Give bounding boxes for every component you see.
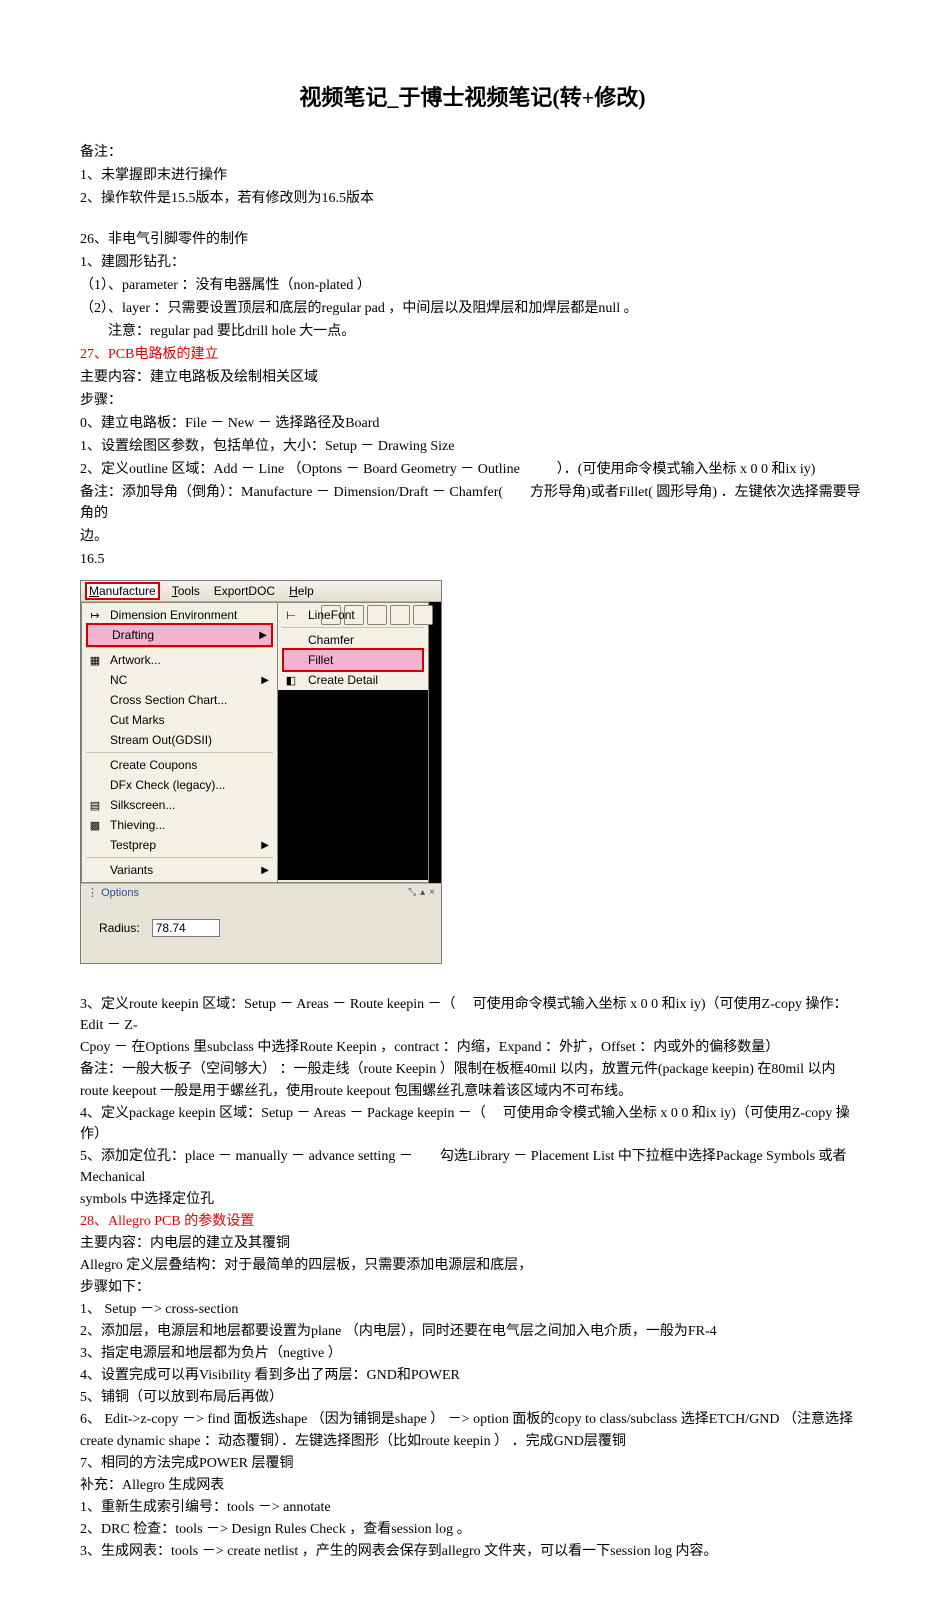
s26-l4: 注意：regular pad 要比drill hole 大一点。 xyxy=(80,321,865,342)
menu-manufacture[interactable]: MManufactureanufacture xyxy=(85,582,160,600)
menu-exportdoc[interactable]: ExportDOC xyxy=(214,584,275,598)
s3-a: 3、定义route keepin 区域：Setup － Areas － Rout… xyxy=(80,994,865,1036)
menu-item-create-coupons[interactable]: Create Coupons xyxy=(82,755,277,775)
close-icon[interactable]: × xyxy=(429,887,435,898)
create-detail-icon: ◧ xyxy=(284,673,298,687)
drafting-submenu: ⊢ LineFont Chamfer Fillet ◧ Create Detai… xyxy=(278,602,429,883)
s28-s3: 3、指定电源层和地层都为负片（negtive ） xyxy=(80,1343,865,1364)
menu-item-variants[interactable]: Variants ▶ xyxy=(82,860,277,880)
s3-note: 备注：一般大板子（空间够大） ：一般走线（route Keepin ）限制在板框… xyxy=(80,1059,865,1080)
s28-l3: 步骤如下： xyxy=(80,1277,865,1298)
s26-l2: （1）、parameter ：没有电器属性（non-plated ） xyxy=(80,275,865,296)
s28-s6b: create dynamic shape ：动态覆铜）．左键选择图形（比如rou… xyxy=(80,1431,865,1452)
s27-l7: 边。 xyxy=(80,526,865,547)
options-panel-header: ⋮ Options ⤡ ▴ × xyxy=(81,883,441,901)
menu-item-cut-marks[interactable]: Cut Marks xyxy=(82,710,277,730)
chevron-right-icon: ▶ xyxy=(261,840,269,851)
s28-s7: 7、相同的方法完成POWER 层覆铜 xyxy=(80,1453,865,1474)
s27-l3: 0、建立电路板：File － New － 选择路径及Board xyxy=(80,413,865,434)
menu-item-stream-out[interactable]: Stream Out(GDSII) xyxy=(82,730,277,750)
menu-item-nc[interactable]: NC ▶ xyxy=(82,670,277,690)
thieving-icon: ▩ xyxy=(88,818,102,832)
s27-l4: 1、设置绘图区参数，包括单位，大小：Setup － Drawing Size xyxy=(80,436,865,457)
submenu-item-linefont[interactable]: ⊢ LineFont xyxy=(278,605,428,625)
s26-l1: 1、建圆形钻孔： xyxy=(80,252,865,273)
page-title: 视频笔记_于博士视频笔记(转+修改) xyxy=(80,80,865,112)
menu-separator xyxy=(86,857,273,858)
s28-e3: 3、生成网表：tools －> create netlist ，产生的网表会保存… xyxy=(80,1541,865,1562)
s3-c: Cpoy － 在Options 里subclass 中选择Route Keepi… xyxy=(80,1037,865,1058)
menu-separator xyxy=(282,627,424,628)
s5c: symbols 中选择定位孔 xyxy=(80,1189,865,1210)
section-27-title: 27、PCB电路板的建立 xyxy=(80,344,865,365)
radius-row: Radius: xyxy=(81,901,441,963)
chevron-right-icon: ▶ xyxy=(261,675,269,686)
section-26-title: 26、非电气引脚零件的制作 xyxy=(80,229,865,250)
s28-s6a: 6、 Edit->z-copy －> find 面板选shape （因为铺铜是s… xyxy=(80,1409,865,1430)
s27-l5: 2、定义outline 区域：Add － Line （Optons － Boar… xyxy=(80,459,865,480)
s28-s4: 4、设置完成可以再Visibility 看到多出了两层：GND和POWER xyxy=(80,1365,865,1386)
menu-tools[interactable]: Tools xyxy=(172,584,200,598)
submenu-item-create-detail[interactable]: ◧ Create Detail xyxy=(278,670,428,690)
s28-l2: Allegro 定义层叠结构：对于最简单的四层板，只需要添加电源层和底层， xyxy=(80,1255,865,1276)
radius-label: Radius: xyxy=(99,921,140,935)
minimize-icon[interactable]: ▴ xyxy=(420,887,425,898)
menu-item-testprep[interactable]: Testprep ▶ xyxy=(82,835,277,855)
chevron-right-icon: ▶ xyxy=(261,865,269,876)
linefont-icon: ⊢ xyxy=(284,608,298,622)
s28-s1: 1、 Setup －> cross-section xyxy=(80,1299,865,1320)
s3-d: route keepout 一般是用于螺丝孔，使用route keepout 包… xyxy=(80,1081,865,1102)
menu-item-thieving[interactable]: ▩ Thieving... xyxy=(82,815,277,835)
submenu-item-fillet[interactable]: Fillet xyxy=(282,648,424,672)
s28-e1: 1、重新生成索引编号：tools －> annotate xyxy=(80,1497,865,1518)
s28-l1: 主要内容：内电层的建立及其覆铜 xyxy=(80,1233,865,1254)
note-line-2: 2、操作软件是15.5版本，若有修改则为16.5版本 xyxy=(80,188,865,209)
s5: 5、添加定位孔：place － manually － advance setti… xyxy=(80,1146,865,1188)
artwork-icon: ▦ xyxy=(88,653,102,667)
menu-separator xyxy=(86,752,273,753)
pin-icon[interactable]: ⤡ xyxy=(408,887,416,898)
silkscreen-icon: ▤ xyxy=(88,798,102,812)
menu-item-artwork[interactable]: ▦ Artwork... xyxy=(82,650,277,670)
s27-l5b: ）．(可使用命令模式输入坐标 x 0 0 和ix iy) xyxy=(557,462,816,477)
radius-input[interactable] xyxy=(152,919,220,937)
s27-l2: 步骤： xyxy=(80,390,865,411)
submenu-item-chamfer[interactable]: Chamfer xyxy=(278,630,428,650)
menu-item-dfx-check[interactable]: DFx Check (legacy)... xyxy=(82,775,277,795)
note-line-1: 1、未掌握即末进行操作 xyxy=(80,165,865,186)
s4: 4、定义package keepin 区域：Setup － Areas － Pa… xyxy=(80,1103,865,1145)
note-label: 备注： xyxy=(80,142,865,163)
s27-l6a: 备注：添加导角（倒角）：Manufacture － Dimension/Draf… xyxy=(80,485,503,500)
dropdown-area: ↦ Dimension Environment Drafting ▶ ▦ Art… xyxy=(81,602,441,883)
menu-help[interactable]: Help xyxy=(289,584,314,598)
menu-item-drafting[interactable]: Drafting ▶ xyxy=(86,623,273,647)
s28-extra-label: 补充：Allegro 生成网表 xyxy=(80,1475,865,1496)
s27-l5a: 2、定义outline 区域：Add － Line （Optons － Boar… xyxy=(80,462,520,477)
s28-s5: 5、铺铜（可以放到布局后再做） xyxy=(80,1387,865,1408)
s28-e2: 2、DRC 检查：tools －> Design Rules Check ，查看… xyxy=(80,1519,865,1540)
screenshot-window: MManufactureanufacture Tools ExportDOC H… xyxy=(80,580,442,964)
chevron-right-icon: ▶ xyxy=(259,630,267,641)
s27-l6: 备注：添加导角（倒角）：Manufacture － Dimension/Draf… xyxy=(80,482,865,524)
dimension-icon: ↦ xyxy=(88,608,102,622)
menu-item-silkscreen[interactable]: ▤ Silkscreen... xyxy=(82,795,277,815)
section-28-title: 28、Allegro PCB 的参数设置 xyxy=(80,1211,865,1232)
options-label: Options xyxy=(101,887,139,899)
menubar: MManufactureanufacture Tools ExportDOC H… xyxy=(81,581,441,602)
manufacture-dropdown: ↦ Dimension Environment Drafting ▶ ▦ Art… xyxy=(81,602,278,883)
s28-s2: 2、添加层，电源层和地层都要设置为plane （内电层），同时还要在电气层之间加… xyxy=(80,1321,865,1342)
menu-separator xyxy=(86,647,273,648)
s27-l8: 16.5 xyxy=(80,549,865,570)
menu-item-dimension-environment[interactable]: ↦ Dimension Environment xyxy=(82,605,277,625)
menu-item-cross-section-chart[interactable]: Cross Section Chart... xyxy=(82,690,277,710)
s27-l1: 主要内容：建立电路板及绘制相关区域 xyxy=(80,367,865,388)
s26-l3: （2）、layer ：只需要设置顶层和底层的regular pad ，中间层以及… xyxy=(80,298,865,319)
